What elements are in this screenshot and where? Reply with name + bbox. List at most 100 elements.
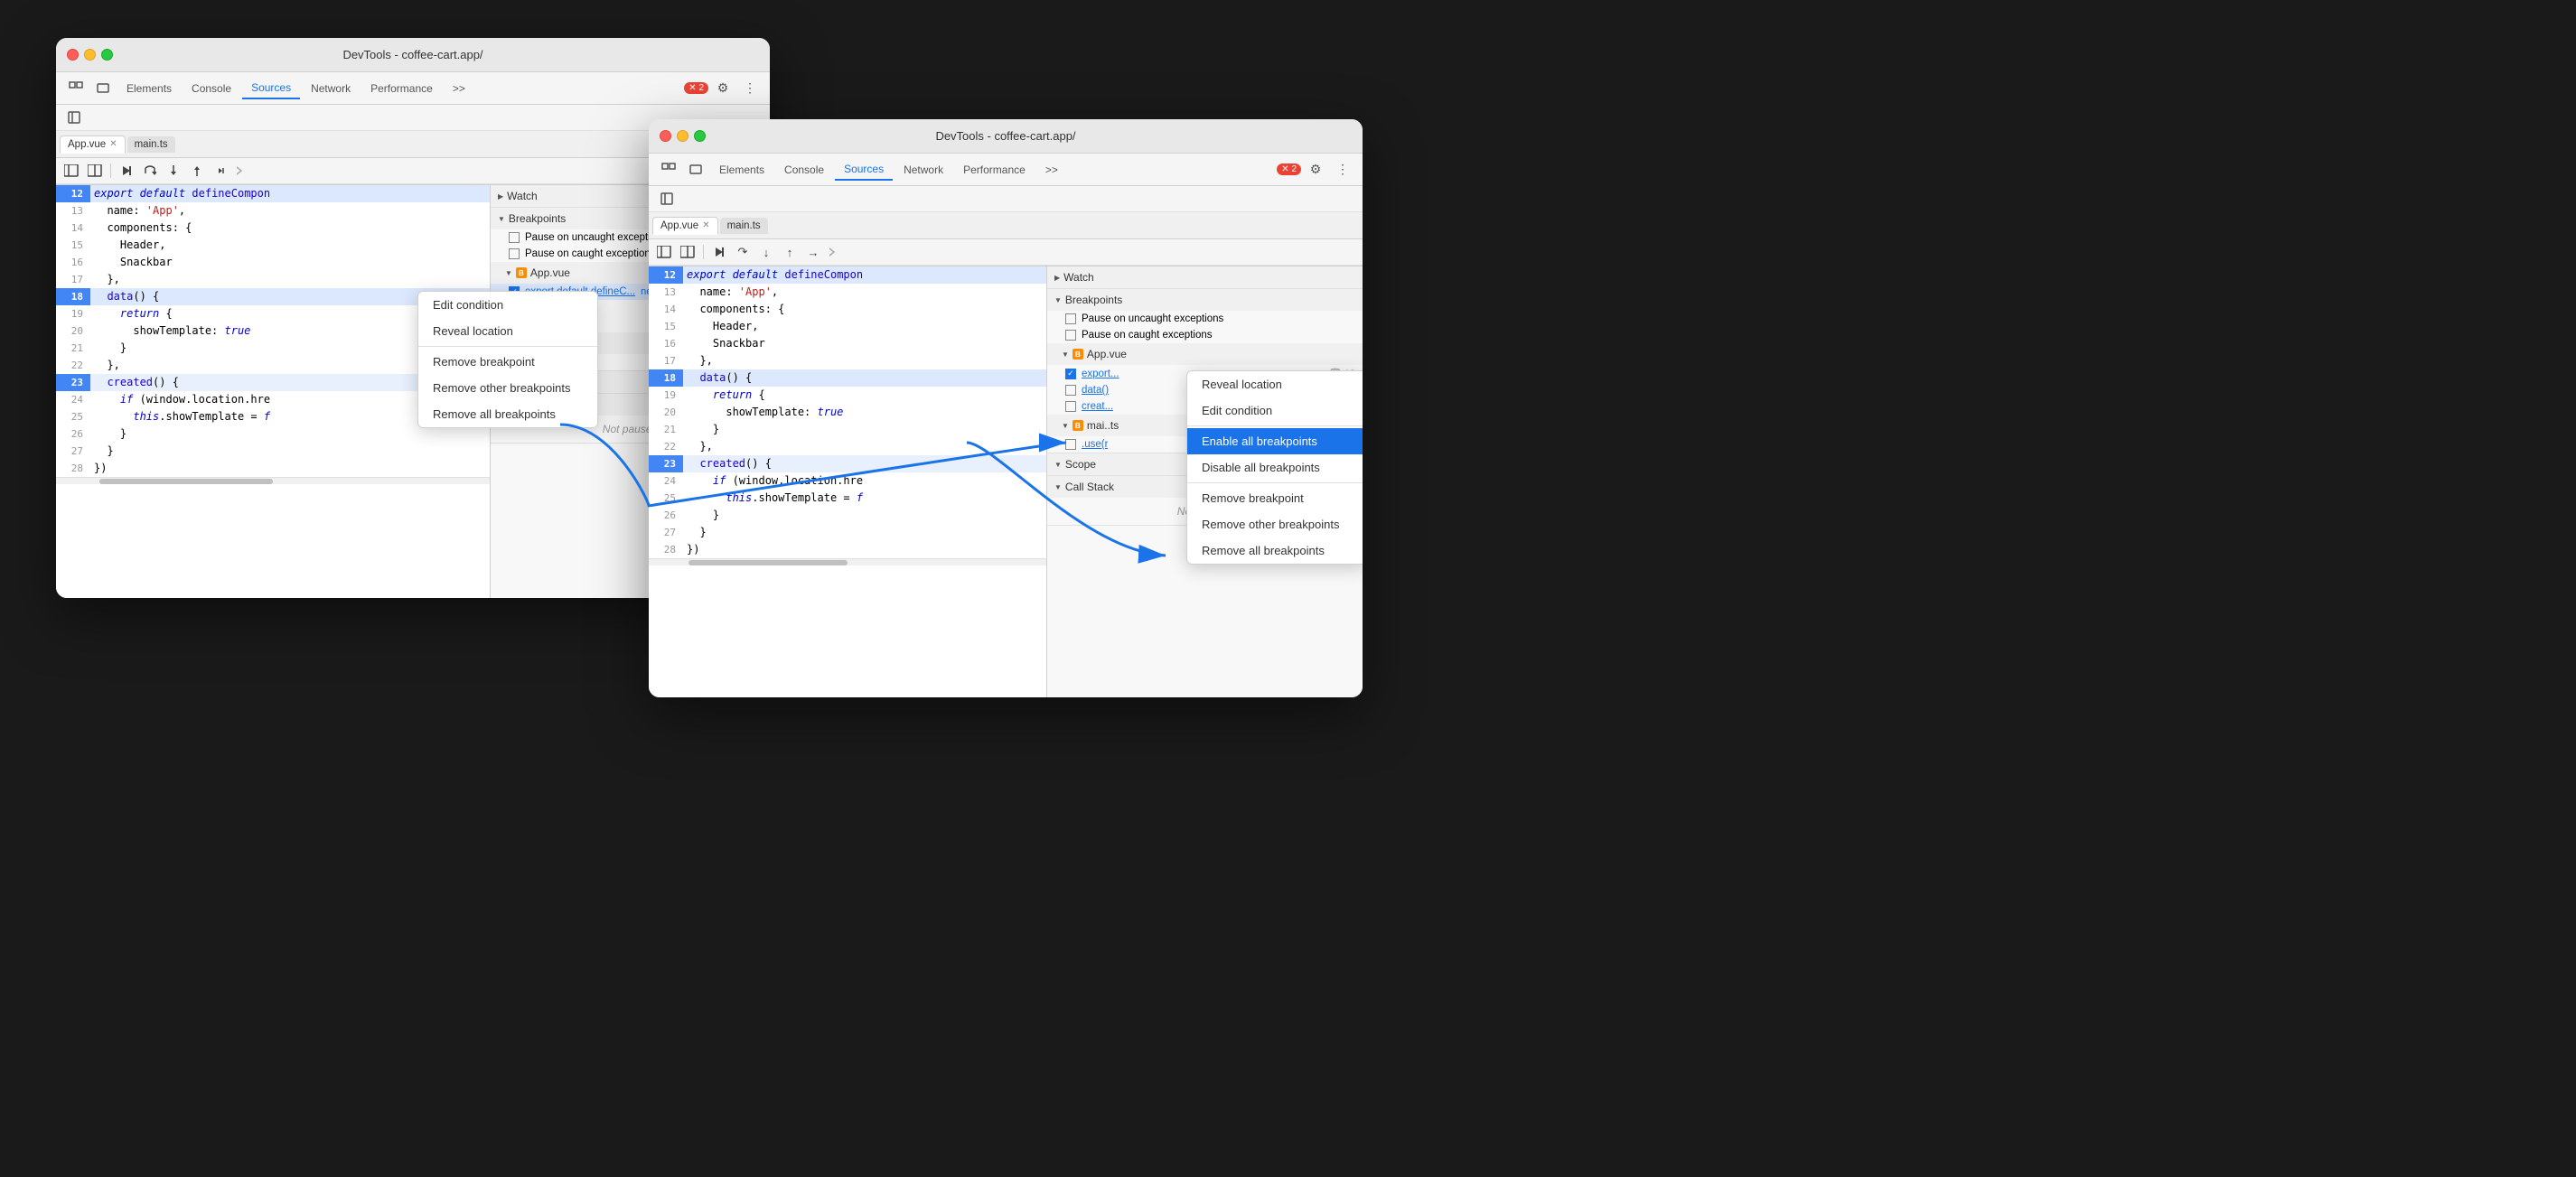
step-over-icon[interactable] (140, 161, 160, 181)
tab-more-2[interactable]: >> (1036, 160, 1067, 180)
error-badge-2: ✕ 2 (1277, 163, 1301, 175)
settings-icon-1[interactable]: ⚙ (710, 76, 735, 101)
breakpoints-label-2: Breakpoints (1065, 294, 1122, 306)
file-tab-app-vue-2[interactable]: App.vue ✕ (652, 217, 718, 235)
more-icon-1[interactable]: ⋮ (737, 76, 763, 101)
app-vue-label-2: App.vue (1087, 348, 1127, 360)
ctx-remove-all-1[interactable]: Remove all breakpoints (418, 401, 597, 427)
code-line-2-19: 19 return { (649, 387, 1046, 404)
code-line-17: 17 }, (56, 271, 490, 288)
close-button-1[interactable] (67, 49, 79, 61)
app-vue-group-2[interactable]: ▼ B App.vue (1047, 343, 1363, 365)
step-out-icon-2[interactable]: ↑ (780, 242, 800, 262)
sidebar-icon-1[interactable] (61, 105, 87, 130)
split-view-icon[interactable] (85, 161, 105, 181)
breakpoints-label-1: Breakpoints (509, 212, 566, 225)
ctx-remove-other-1[interactable]: Remove other breakpoints (418, 375, 597, 401)
step-icon-2[interactable]: → (803, 242, 823, 262)
call-stack-label-2: Call Stack (1065, 481, 1114, 493)
ctx-reveal-location-1[interactable]: Reveal location (418, 318, 597, 344)
minimize-button-1[interactable] (84, 49, 96, 61)
code-line-2-12: 12 export default defineCompon (649, 266, 1046, 284)
ctx-enable-all-2[interactable]: Enable all breakpoints (1187, 428, 1363, 454)
bp-export-checkbox-2[interactable]: ✓ (1065, 369, 1076, 379)
traffic-lights-2 (660, 130, 706, 142)
code-line-2-14: 14 components: { (649, 301, 1046, 318)
resume-icon-2[interactable] (709, 242, 729, 262)
tab-sources-2[interactable]: Sources (835, 159, 893, 181)
sidebar-icon-2[interactable] (654, 186, 679, 211)
tab-performance-1[interactable]: Performance (361, 79, 442, 98)
inspect-icon-2[interactable] (656, 157, 681, 182)
code-editor-2[interactable]: 12 export default defineCompon 13 name: … (649, 266, 1046, 697)
step-over-icon-2[interactable]: ↷ (733, 242, 753, 262)
sidebar-toggle-icon-2[interactable] (654, 242, 674, 262)
watch-header-2[interactable]: ▶ Watch (1047, 266, 1363, 288)
tab-performance-2[interactable]: Performance (954, 160, 1035, 180)
tab-more-1[interactable]: >> (444, 79, 474, 98)
device-icon[interactable] (90, 76, 116, 101)
ctx-edit-condition-1[interactable]: Edit condition (418, 292, 597, 318)
bp-pause-uncaught-2[interactable]: Pause on uncaught exceptions (1047, 311, 1363, 327)
devtools-window-2: DevTools - coffee-cart.app/ Elements Con… (649, 119, 1363, 697)
code-line-2-27: 27 } (649, 524, 1046, 541)
file-tab-main-ts-1[interactable]: main.ts (127, 136, 175, 153)
deactivate-icon-2[interactable] (827, 242, 847, 262)
inspect-icon[interactable] (63, 76, 89, 101)
maximize-button-1[interactable] (101, 49, 113, 61)
bp-use-checkbox-2[interactable] (1065, 439, 1076, 450)
tab-network-2[interactable]: Network (895, 160, 952, 180)
bp-pause-caught-2[interactable]: Pause on caught exceptions (1047, 327, 1363, 343)
tab-console-1[interactable]: Console (183, 79, 240, 98)
file-tab-main-ts-2[interactable]: main.ts (720, 218, 768, 234)
code-line-2-28: 28 }) (649, 541, 1046, 558)
context-menu-2: Reveal location Edit condition Enable al… (1186, 370, 1363, 565)
file-tab-app-vue-1[interactable]: App.vue ✕ (60, 135, 126, 154)
tab-sources-1[interactable]: Sources (242, 78, 300, 99)
maximize-button-2[interactable] (694, 130, 706, 142)
ctx-remove-breakpoint-1[interactable]: Remove breakpoint (418, 349, 597, 375)
step-into-icon-2[interactable]: ↓ (756, 242, 776, 262)
tab-elements-2[interactable]: Elements (710, 160, 773, 180)
ctx-remove-bp-2[interactable]: Remove breakpoint (1187, 485, 1363, 511)
resume-icon[interactable] (117, 161, 136, 181)
tab-elements-1[interactable]: Elements (117, 79, 181, 98)
toolbar-icons-2: ↷ ↓ ↑ → (649, 239, 1363, 266)
tab-network-1[interactable]: Network (302, 79, 360, 98)
code-line-27: 27 } (56, 443, 490, 460)
more-icon-2[interactable]: ⋮ (1330, 157, 1355, 182)
split-view-icon-2[interactable] (678, 242, 698, 262)
deactivate-icon[interactable] (234, 161, 254, 181)
title-bar-1: DevTools - coffee-cart.app/ (56, 38, 770, 72)
tab-console-2[interactable]: Console (775, 160, 833, 180)
ctx-edit-condition-2[interactable]: Edit condition (1187, 397, 1363, 424)
bp-export-text-2: export... (1082, 369, 1119, 379)
bp-data-checkbox-2[interactable] (1065, 385, 1076, 396)
step-out-icon[interactable] (187, 161, 207, 181)
sidebar-toggle-icon[interactable] (61, 161, 81, 181)
ctx-reveal-location-2[interactable]: Reveal location (1187, 371, 1363, 397)
bp-checkbox-caught[interactable] (509, 248, 520, 259)
step-into-icon[interactable] (164, 161, 183, 181)
code-line-16: 16 Snackbar (56, 254, 490, 271)
bp-checkbox-caught-2[interactable] (1065, 330, 1076, 341)
right-panel-2: ▶ Watch ▼ Breakpoints Pause on uncaught … (1046, 266, 1363, 697)
code-line-2-22: 22 }, (649, 438, 1046, 455)
code-line-2-25: 25 this.showTemplate = f (649, 490, 1046, 507)
bp-checkbox-uncaught-2[interactable] (1065, 313, 1076, 324)
step-icon[interactable] (211, 161, 230, 181)
close-button-2[interactable] (660, 130, 671, 142)
settings-icon-2[interactable]: ⚙ (1303, 157, 1328, 182)
ctx-disable-all-2[interactable]: Disable all breakpoints (1187, 454, 1363, 481)
ctx-remove-all-2[interactable]: Remove all breakpoints (1187, 537, 1363, 564)
breakpoints-header-2[interactable]: ▼ Breakpoints (1047, 289, 1363, 311)
device-icon-2[interactable] (683, 157, 708, 182)
minimize-button-2[interactable] (677, 130, 688, 142)
traffic-lights-1 (67, 49, 113, 61)
bp-creat-checkbox-2[interactable] (1065, 401, 1076, 412)
code-line-2-15: 15 Header, (649, 318, 1046, 335)
ctx-remove-other-2[interactable]: Remove other breakpoints (1187, 511, 1363, 537)
code-line-2-16: 16 Snackbar (649, 335, 1046, 352)
scope-label-2: Scope (1065, 458, 1096, 471)
bp-checkbox-uncaught[interactable] (509, 232, 520, 243)
